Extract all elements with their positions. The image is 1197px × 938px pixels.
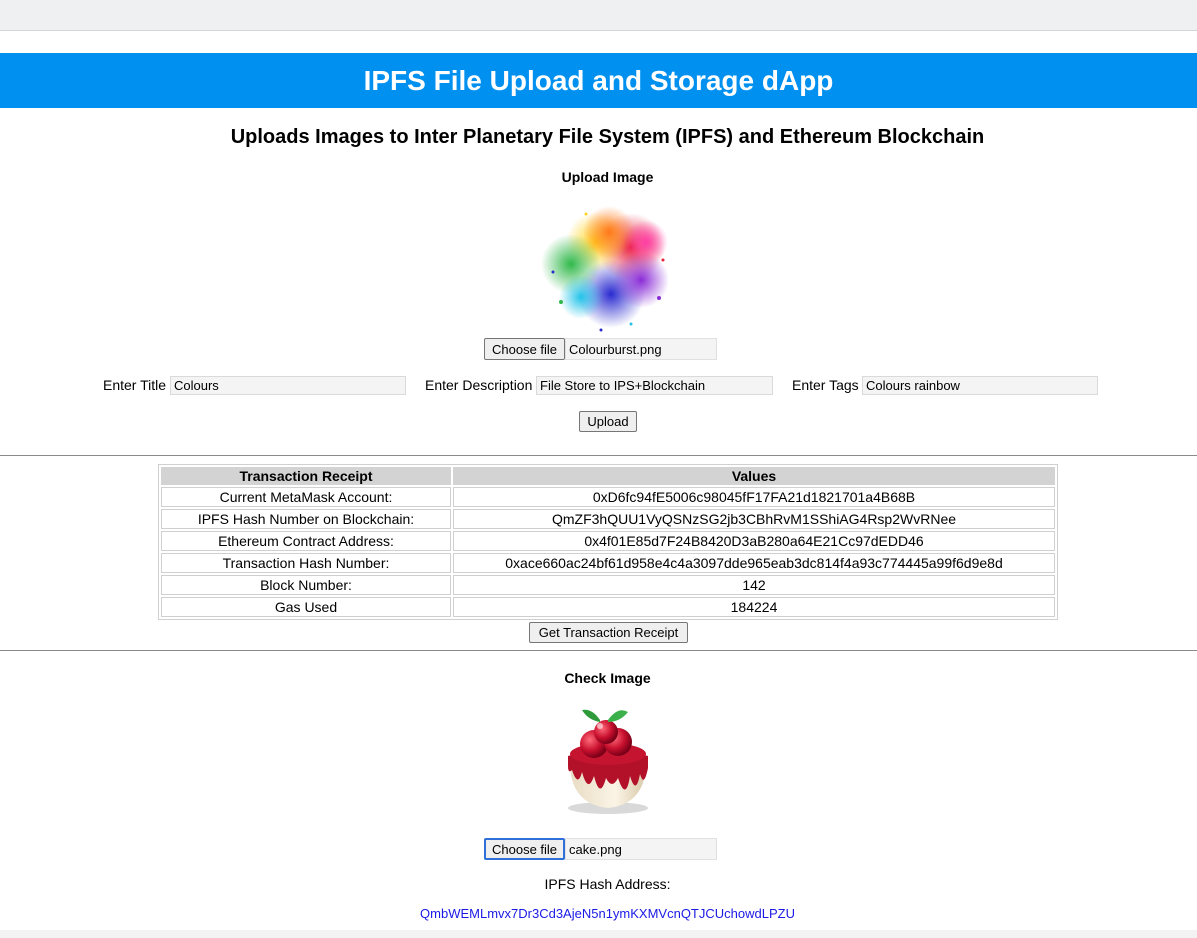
receipt-row-value: 0x4f01E85d7F24B8420D3aB280a64E21Cc97dEDD… (453, 531, 1055, 551)
receipt-row-value: 184224 (453, 597, 1055, 617)
column-header-receipt: Transaction Receipt (161, 467, 451, 485)
table-header-row: Transaction Receipt Values (161, 467, 1055, 485)
ipfs-hash-link[interactable]: QmbWEMLmvx7Dr3Cd3AjeN5n1ymKXMVcnQTJCUcho… (0, 906, 1197, 921)
receipt-row-label: IPFS Hash Number on Blockchain: (161, 509, 451, 529)
title-label: Enter Title (103, 377, 167, 393)
upload-preview-image (541, 202, 675, 336)
receipt-row-value: 0xD6fc94fE5006c98045fF17FA21d1821701a4B6… (453, 487, 1055, 507)
check-preview-image (556, 704, 660, 818)
title-input[interactable] (170, 376, 406, 395)
colourburst-image (541, 206, 669, 332)
receipt-row-label: Gas Used (161, 597, 451, 617)
section-divider (0, 455, 1197, 456)
metadata-fields-row: Enter Title Enter Description Enter Tags (0, 376, 1197, 396)
app-title-banner: IPFS File Upload and Storage dApp (0, 53, 1197, 108)
app-title: IPFS File Upload and Storage dApp (363, 64, 834, 96)
check-choose-file-button[interactable]: Choose file (484, 838, 566, 860)
cake-image (568, 709, 648, 814)
ipfs-hash-label: IPFS Hash Address: (544, 876, 671, 892)
upload-file-chooser[interactable]: Choose file Colourburst.png (484, 338, 717, 360)
tags-label: Enter Tags (792, 377, 859, 393)
description-label: Enter Description (425, 377, 533, 393)
get-transaction-receipt-button[interactable]: Get Transaction Receipt (529, 622, 688, 643)
table-row: Ethereum Contract Address: 0x4f01E85d7F2… (161, 531, 1055, 551)
table-row: Block Number: 142 (161, 575, 1055, 595)
receipt-row-label: Ethereum Contract Address: (161, 531, 451, 551)
upload-choose-file-button[interactable]: Choose file (484, 338, 566, 360)
check-file-chooser[interactable]: Choose file cake.png (484, 838, 717, 860)
table-row: IPFS Hash Number on Blockchain: QmZF3hQU… (161, 509, 1055, 529)
tags-input[interactable] (862, 376, 1098, 395)
upload-file-name: Colourburst.png (565, 338, 717, 360)
column-header-values: Values (453, 467, 1055, 485)
table-row: Current MetaMask Account: 0xD6fc94fE5006… (161, 487, 1055, 507)
receipt-row-value: QmZF3hQUU1VyQSNzSG2jb3CBhRvM1SShiAG4Rsp2… (453, 509, 1055, 529)
bottom-strip (0, 930, 1197, 938)
check-file-name: cake.png (565, 838, 717, 860)
table-row: Transaction Hash Number: 0xace660ac24bf6… (161, 553, 1055, 573)
upload-image-heading: Upload Image (561, 169, 654, 185)
table-row: Gas Used 184224 (161, 597, 1055, 617)
check-image-heading: Check Image (564, 670, 651, 686)
browser-toolbar-strip (0, 0, 1197, 31)
receipt-row-label: Transaction Hash Number: (161, 553, 451, 573)
transaction-receipt-table: Transaction Receipt Values Current MetaM… (158, 464, 1058, 620)
upload-button[interactable]: Upload (579, 411, 637, 432)
receipt-row-value: 0xace660ac24bf61d958e4c4a3097dde965eab3d… (453, 553, 1055, 573)
receipt-row-value: 142 (453, 575, 1055, 595)
page-subtitle: Uploads Images to Inter Planetary File S… (230, 126, 985, 148)
description-input[interactable] (536, 376, 773, 395)
receipt-row-label: Block Number: (161, 575, 451, 595)
section-divider (0, 650, 1197, 651)
receipt-row-label: Current MetaMask Account: (161, 487, 451, 507)
